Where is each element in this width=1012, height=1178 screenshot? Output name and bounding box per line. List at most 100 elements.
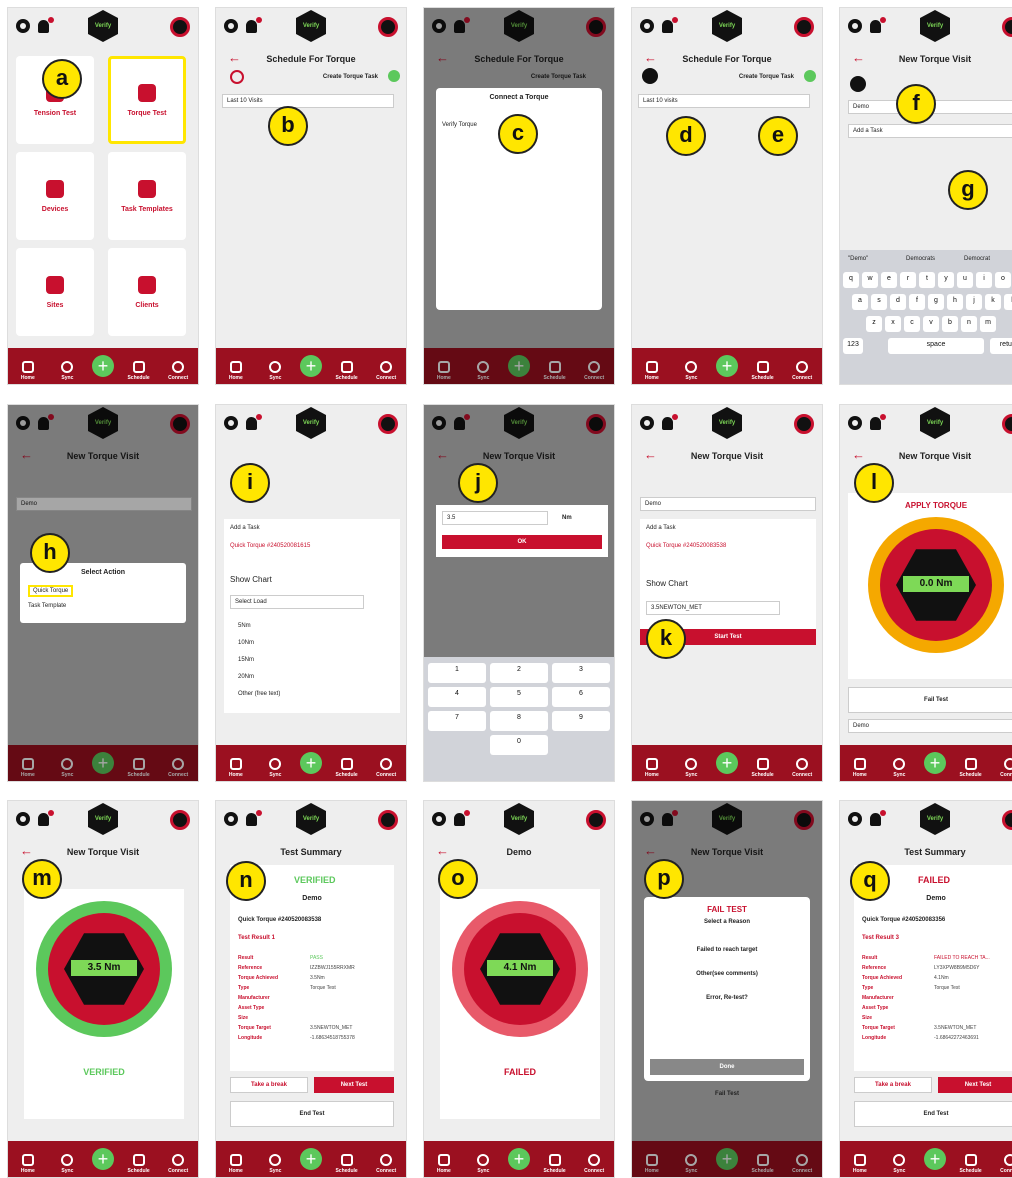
create-task-label[interactable]: Create Torque Task [739, 74, 794, 80]
nav-connect[interactable]: Connect [163, 361, 193, 381]
add-icon[interactable]: + [299, 1148, 322, 1170]
key[interactable]: o [995, 272, 1011, 288]
key[interactable]: 6 [552, 687, 610, 707]
key[interactable]: z [866, 316, 882, 332]
suggestion[interactable]: Democrat [964, 256, 990, 262]
nav-connect[interactable]: Connect [995, 1154, 1012, 1174]
key[interactable]: 3 [552, 663, 610, 683]
nav-home[interactable]: Home [13, 361, 43, 381]
gear-icon[interactable] [16, 812, 30, 826]
key[interactable]: r [900, 272, 916, 288]
back-arrow-icon[interactable]: ← [436, 843, 449, 858]
key[interactable]: b [942, 316, 958, 332]
nav-home[interactable]: Home [845, 1154, 875, 1174]
nav-schedule[interactable]: Schedule [332, 758, 362, 778]
nav-sync[interactable]: Sync [52, 361, 82, 381]
nav-schedule[interactable]: Schedule [540, 1154, 570, 1174]
nav-schedule[interactable]: Schedule [332, 361, 362, 381]
nav-connect[interactable]: Connect [371, 758, 401, 778]
avatar[interactable] [378, 810, 398, 830]
option-task-template[interactable]: Task Template [28, 603, 66, 609]
add-icon[interactable]: + [923, 1148, 946, 1170]
back-arrow-icon[interactable]: ← [852, 50, 865, 65]
avatar[interactable] [378, 414, 398, 434]
next-test-button[interactable]: Next Test [314, 1077, 394, 1093]
bell-icon[interactable] [870, 809, 886, 826]
tile-sites[interactable]: Sites [16, 248, 94, 336]
key[interactable]: 7 [428, 711, 486, 731]
key-space[interactable]: space [888, 338, 984, 354]
nav-schedule[interactable]: Schedule [124, 361, 154, 381]
nav-connect[interactable]: Connect [371, 1154, 401, 1174]
nav-home[interactable]: Home [637, 758, 667, 778]
key[interactable]: j [966, 294, 982, 310]
gear-icon[interactable] [16, 19, 30, 33]
value-input[interactable]: 3.5 [442, 511, 548, 525]
key[interactable]: g [928, 294, 944, 310]
add-icon[interactable]: + [715, 752, 738, 774]
tile-torque[interactable]: Torque Test [108, 56, 186, 144]
nav-connect[interactable]: Connect [787, 758, 817, 778]
back-arrow-icon[interactable]: ← [644, 50, 657, 65]
nav-connect[interactable]: Connect [163, 1154, 193, 1174]
key[interactable]: k [985, 294, 1001, 310]
add-task-label[interactable]: Add a Task [646, 525, 676, 531]
key[interactable]: a [852, 294, 868, 310]
add-task-label[interactable]: Add a Task [230, 525, 260, 531]
add-icon[interactable]: + [299, 752, 322, 774]
nav-home[interactable]: Home [429, 1154, 459, 1174]
gear-icon[interactable] [640, 416, 654, 430]
option-quick-torque[interactable]: Quick Torque [28, 585, 74, 597]
key[interactable]: x [885, 316, 901, 332]
load-option[interactable]: 15Nm [238, 657, 254, 663]
key[interactable]: f [909, 294, 925, 310]
visits-filter[interactable]: Last 10 visits [638, 94, 810, 108]
load-option[interactable]: 10Nm [238, 640, 254, 646]
nav-schedule[interactable]: Schedule [956, 758, 986, 778]
done-button[interactable]: Done [650, 1059, 804, 1075]
gear-icon[interactable] [224, 812, 238, 826]
avatar[interactable] [1002, 810, 1012, 830]
bell-icon[interactable] [662, 413, 678, 430]
bell-icon[interactable] [246, 413, 262, 430]
nav-connect[interactable]: Connect [995, 758, 1012, 778]
end-test-button[interactable]: End Test [230, 1101, 394, 1127]
key[interactable]: 9 [552, 711, 610, 731]
key[interactable]: 5 [490, 687, 548, 707]
bluetooth-icon[interactable] [230, 70, 244, 84]
back-arrow-icon[interactable]: ← [852, 447, 865, 462]
reason-option[interactable]: Error, Re-test? [644, 995, 810, 1001]
add-icon[interactable]: + [507, 1148, 530, 1170]
avatar[interactable] [586, 810, 606, 830]
avatar[interactable] [1002, 414, 1012, 434]
key-123[interactable]: 123 [843, 338, 863, 354]
key[interactable]: l [1004, 294, 1012, 310]
add-icon[interactable]: + [91, 355, 114, 377]
key[interactable]: m [980, 316, 996, 332]
back-arrow-icon[interactable]: ← [20, 843, 33, 858]
key[interactable]: h [947, 294, 963, 310]
take-break-button[interactable]: Take a break [854, 1077, 932, 1093]
nav-home[interactable]: Home [221, 361, 251, 381]
key-return[interactable]: return [990, 338, 1012, 354]
key[interactable]: q [843, 272, 859, 288]
key[interactable]: 4 [428, 687, 486, 707]
next-test-button[interactable]: Next Test [938, 1077, 1012, 1093]
nav-sync[interactable]: Sync [260, 758, 290, 778]
device-item[interactable]: Verify Torque [442, 122, 477, 128]
bell-icon[interactable] [870, 16, 886, 33]
add-icon[interactable]: + [923, 752, 946, 774]
key[interactable]: 2 [490, 663, 548, 683]
nav-sync[interactable]: Sync [884, 1154, 914, 1174]
bell-icon[interactable] [662, 16, 678, 33]
nav-sync[interactable]: Sync [676, 361, 706, 381]
key[interactable]: s [871, 294, 887, 310]
add-icon[interactable]: + [299, 355, 322, 377]
nav-sync[interactable]: Sync [260, 1154, 290, 1174]
end-test-button[interactable]: End Test [854, 1101, 1012, 1127]
add-task-icon[interactable] [804, 70, 816, 82]
nav-sync[interactable]: Sync [468, 1154, 498, 1174]
suggestion[interactable]: "Demo" [848, 256, 868, 262]
nav-connect[interactable]: Connect [579, 1154, 609, 1174]
avatar[interactable] [794, 17, 814, 37]
